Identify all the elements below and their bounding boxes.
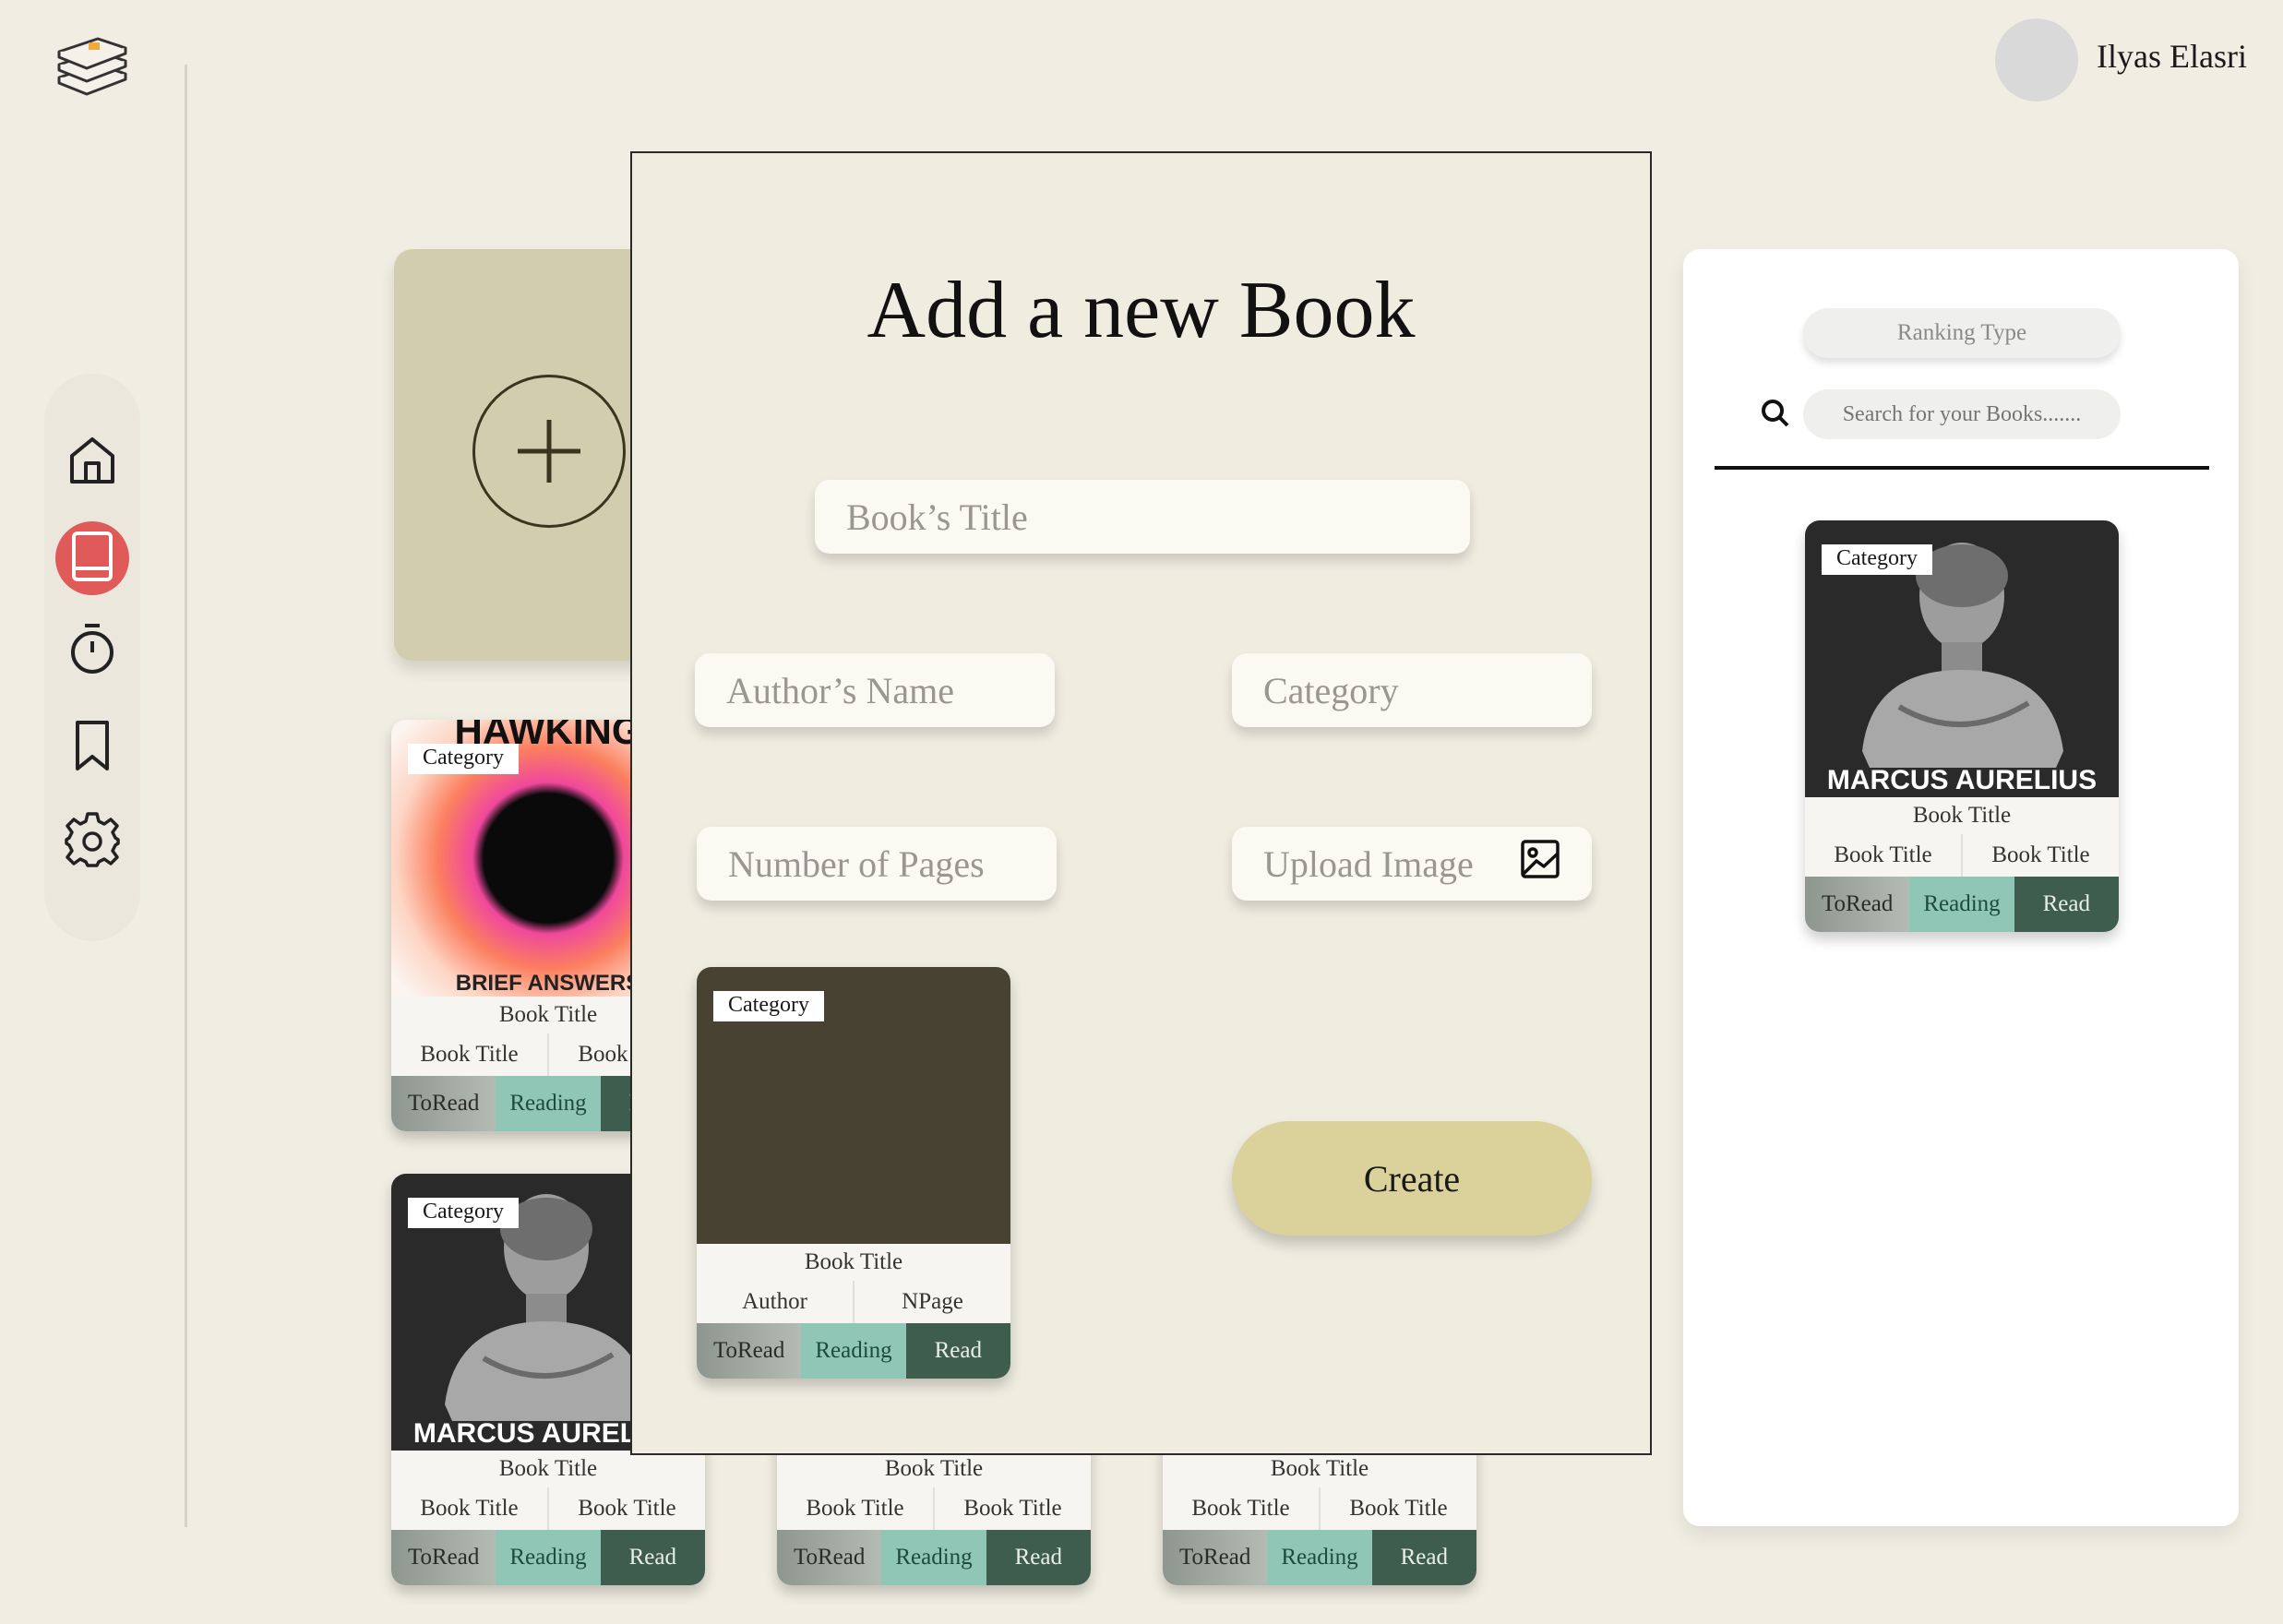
status-toread-button[interactable]: ToRead bbox=[391, 1530, 496, 1585]
status-reading-button[interactable]: Reading bbox=[881, 1530, 986, 1585]
book-title: Book Title bbox=[884, 1456, 984, 1481]
author-name-placeholder: Author’s Name bbox=[726, 669, 954, 711]
search-input[interactable] bbox=[1803, 389, 2121, 439]
status-toread-button[interactable]: ToRead bbox=[391, 1076, 496, 1131]
status-toread-button[interactable]: ToRead bbox=[697, 1323, 802, 1379]
image-icon bbox=[1520, 839, 1560, 889]
book-meta-right: Book Title bbox=[1991, 842, 2090, 867]
book-preview-card: Category Book Title Author NPage ToRead … bbox=[697, 967, 1010, 1379]
status-read-button[interactable]: Read bbox=[1371, 1530, 1476, 1585]
nav-timer[interactable] bbox=[55, 614, 129, 687]
book-author: Author bbox=[697, 1281, 855, 1323]
status-read-button[interactable]: Read bbox=[600, 1530, 705, 1585]
status-reading-button[interactable]: Reading bbox=[496, 1076, 601, 1131]
book-npage: NPage bbox=[902, 1289, 963, 1314]
app-logo-icon[interactable] bbox=[55, 33, 129, 98]
book-meta-left: Book Title bbox=[777, 1487, 935, 1530]
status-toread-button[interactable]: ToRead bbox=[777, 1530, 882, 1585]
sidebar-nav bbox=[44, 374, 140, 941]
status-read-button[interactable]: Read bbox=[905, 1323, 1010, 1379]
status-reading-button[interactable]: Reading bbox=[801, 1323, 906, 1379]
timer-icon bbox=[65, 621, 120, 681]
book-title: Book Title bbox=[1270, 1456, 1369, 1481]
nav-bookmarks[interactable] bbox=[55, 710, 129, 784]
panel-divider bbox=[1715, 466, 2209, 470]
book-meta-left: Book Title bbox=[391, 1033, 549, 1076]
book-meta-left: Book Title bbox=[391, 1487, 549, 1530]
avatar[interactable] bbox=[1995, 18, 2078, 102]
book-meta-right: Book Title bbox=[578, 1496, 676, 1521]
home-icon bbox=[65, 432, 120, 492]
status-reading-button[interactable]: Reading bbox=[1267, 1530, 1372, 1585]
cover-title-text: MARCUS AURELIUS bbox=[1826, 765, 2098, 795]
add-book-button[interactable] bbox=[472, 375, 626, 528]
category-badge: Category bbox=[408, 1198, 519, 1228]
status-reading-button[interactable]: Reading bbox=[1909, 877, 2014, 932]
status-read-button[interactable]: Read bbox=[986, 1530, 1091, 1585]
number-of-pages-placeholder: Number of Pages bbox=[728, 842, 985, 885]
upload-image-label: Upload Image bbox=[1263, 842, 1474, 885]
book-title-placeholder: Book’s Title bbox=[846, 496, 1028, 538]
create-button[interactable]: Create bbox=[1232, 1121, 1592, 1236]
nav-books[interactable] bbox=[55, 521, 129, 595]
book-cover: Category bbox=[697, 967, 1010, 1244]
category-badge: Category bbox=[713, 991, 824, 1021]
modal-title: Add a new Book bbox=[867, 266, 1416, 355]
right-panel: Ranking Type MARCUS AURELIUS Category Bo… bbox=[1683, 249, 2239, 1526]
sidebar-divider bbox=[185, 65, 187, 1527]
status-read-button[interactable]: Read bbox=[2014, 877, 2119, 932]
book-title: Book Title bbox=[804, 1249, 903, 1274]
user-name: Ilyas Elasri bbox=[2097, 38, 2247, 75]
status-toread-button[interactable]: ToRead bbox=[1805, 877, 1910, 932]
category-placeholder: Category bbox=[1263, 669, 1399, 711]
number-of-pages-field[interactable]: Number of Pages bbox=[697, 827, 1057, 901]
ranking-type-select[interactable]: Ranking Type bbox=[1803, 308, 2121, 358]
book-meta-right: Book Title bbox=[963, 1496, 1062, 1521]
book-title-field[interactable]: Book’s Title bbox=[815, 480, 1470, 554]
book-title: Book Title bbox=[1912, 803, 2012, 828]
ranked-book-card[interactable]: MARCUS AURELIUS Category Book Title Book… bbox=[1805, 520, 2119, 932]
book-meta-left: Book Title bbox=[1805, 834, 1963, 877]
status-reading-button[interactable]: Reading bbox=[496, 1530, 601, 1585]
book-icon bbox=[67, 529, 117, 589]
search-icon[interactable] bbox=[1761, 399, 1790, 433]
bookmark-icon bbox=[67, 718, 117, 778]
add-book-modal: Add a new Book Book’s Title Author’s Nam… bbox=[630, 151, 1652, 1455]
nav-home[interactable] bbox=[55, 424, 129, 498]
category-badge: Category bbox=[1822, 544, 1932, 575]
status-toread-button[interactable]: ToRead bbox=[1163, 1530, 1268, 1585]
author-name-field[interactable]: Author’s Name bbox=[695, 653, 1055, 727]
book-meta-right: Book Title bbox=[1349, 1496, 1448, 1521]
nav-settings[interactable] bbox=[55, 805, 129, 878]
book-cover: MARCUS AURELIUS Category bbox=[1805, 520, 2119, 797]
book-meta-left: Book Title bbox=[1163, 1487, 1321, 1530]
category-badge: Category bbox=[408, 744, 519, 774]
category-field[interactable]: Category bbox=[1232, 653, 1592, 727]
upload-image-field[interactable]: Upload Image bbox=[1232, 827, 1592, 901]
book-title: Book Title bbox=[498, 1456, 598, 1481]
settings-icon bbox=[63, 810, 122, 874]
